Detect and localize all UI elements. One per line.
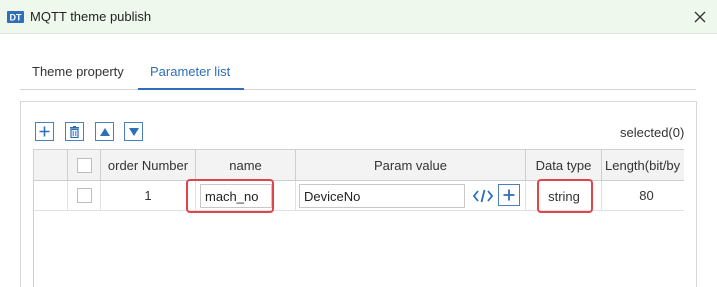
delete-row-button[interactable] xyxy=(65,122,84,141)
move-down-button[interactable] xyxy=(124,122,143,141)
header-name[interactable]: name xyxy=(196,150,296,181)
triangle-up-icon xyxy=(99,127,110,136)
header-data-type[interactable]: Data type xyxy=(526,150,602,181)
selected-count: selected(0) xyxy=(620,125,685,140)
header-row-handle xyxy=(34,150,68,181)
parameter-table: order Number name Param value Data type … xyxy=(33,149,684,287)
cell-length: 80 xyxy=(602,181,684,211)
add-row-button[interactable] xyxy=(35,122,54,141)
name-input[interactable]: mach_no xyxy=(200,184,272,208)
app-logo-icon: DT xyxy=(7,11,24,23)
header-select-all xyxy=(68,150,101,181)
window-title: MQTT theme publish xyxy=(30,9,152,24)
select-all-checkbox[interactable] xyxy=(76,157,92,173)
cell-order-number: 1 xyxy=(101,181,196,211)
tab-bar: Theme property Parameter list xyxy=(20,56,696,90)
param-value-input[interactable]: DeviceNo xyxy=(299,184,465,208)
row-handle xyxy=(34,181,68,211)
row-checkbox[interactable] xyxy=(76,188,92,203)
data-type-value[interactable]: string xyxy=(539,184,589,208)
header-length[interactable]: Length(bit/by xyxy=(602,150,684,181)
move-up-button[interactable] xyxy=(95,122,114,141)
row-select-cell xyxy=(68,181,101,211)
close-button[interactable] xyxy=(688,5,712,29)
close-icon xyxy=(694,11,706,23)
tab-theme-property[interactable]: Theme property xyxy=(32,64,124,79)
plus-icon xyxy=(503,189,515,201)
code-expression-button[interactable] xyxy=(472,187,494,205)
svg-text:DT: DT xyxy=(10,13,22,23)
triangle-down-icon xyxy=(128,127,139,136)
plus-icon xyxy=(39,126,50,137)
trash-icon xyxy=(70,125,79,138)
active-tab-indicator xyxy=(138,88,244,90)
add-param-button[interactable] xyxy=(498,184,520,206)
code-icon xyxy=(473,189,493,203)
header-order-number[interactable]: order Number xyxy=(101,150,196,181)
title-bar: DT MQTT theme publish xyxy=(0,0,717,34)
tab-parameter-list[interactable]: Parameter list xyxy=(150,64,230,79)
header-param-value[interactable]: Param value xyxy=(296,150,526,181)
